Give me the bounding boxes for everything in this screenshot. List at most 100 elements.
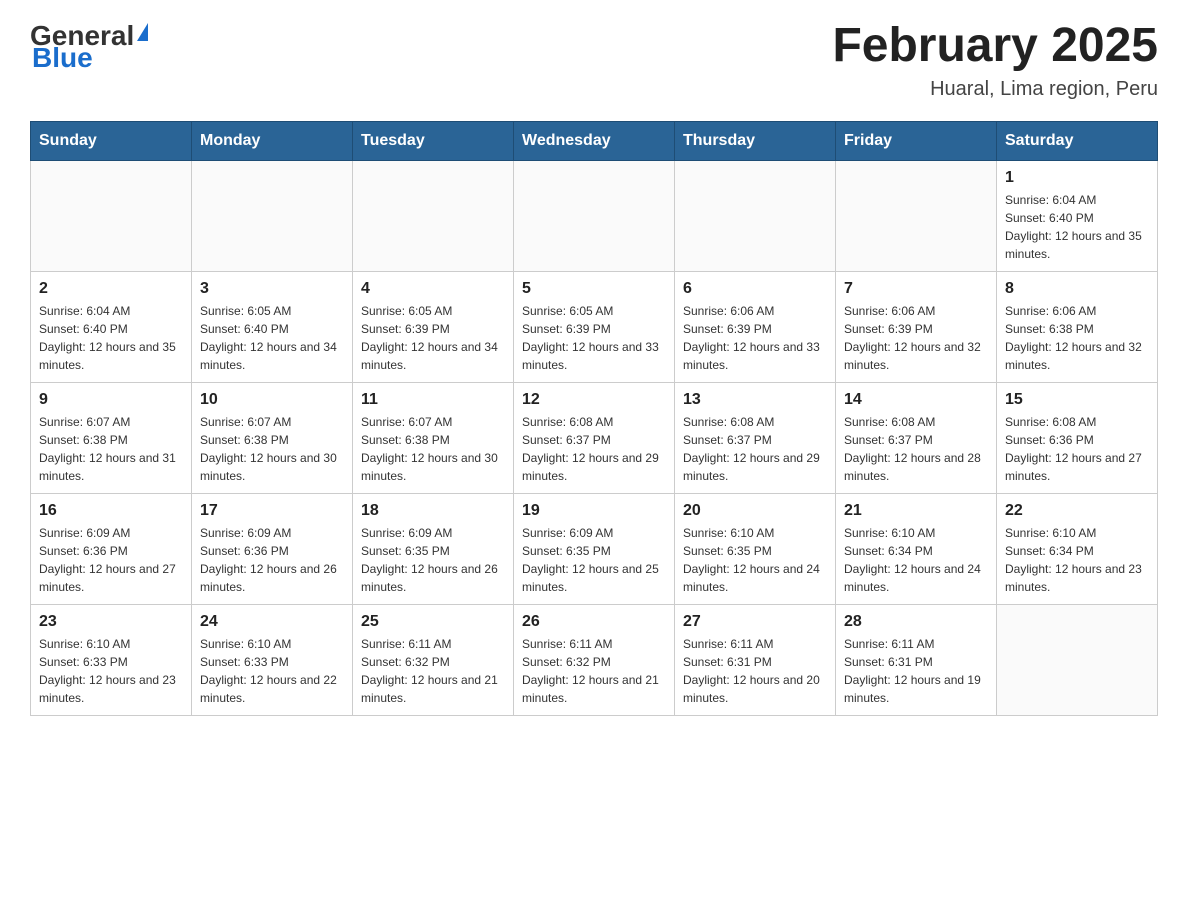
day-of-week-header: Sunday [31, 121, 192, 160]
day-number: 8 [1005, 280, 1149, 298]
day-info: Sunrise: 6:09 AMSunset: 6:35 PMDaylight:… [522, 524, 666, 596]
day-number: 20 [683, 502, 827, 520]
calendar-day-cell: 10 Sunrise: 6:07 AMSunset: 6:38 PMDayligh… [192, 382, 353, 493]
day-number: 12 [522, 391, 666, 409]
calendar-day-cell: 7 Sunrise: 6:06 AMSunset: 6:39 PMDaylight… [836, 271, 997, 382]
calendar-day-cell: 1 Sunrise: 6:04 AMSunset: 6:40 PMDaylight… [997, 160, 1158, 271]
calendar-day-cell: 16 Sunrise: 6:09 AMSunset: 6:36 PMDayligh… [31, 493, 192, 604]
day-info: Sunrise: 6:10 AMSunset: 6:34 PMDaylight:… [1005, 524, 1149, 596]
day-info: Sunrise: 6:05 AMSunset: 6:40 PMDaylight:… [200, 302, 344, 374]
day-number: 14 [844, 391, 988, 409]
day-number: 15 [1005, 391, 1149, 409]
day-info: Sunrise: 6:06 AMSunset: 6:38 PMDaylight:… [1005, 302, 1149, 374]
calendar-day-cell: 26Sunrise: 6:11 AMSunset: 6:32 PMDayligh… [514, 604, 675, 715]
day-info: Sunrise: 6:09 AMSunset: 6:36 PMDaylight:… [39, 524, 183, 596]
calendar-day-cell: 18 Sunrise: 6:09 AMSunset: 6:35 PMDayligh… [353, 493, 514, 604]
day-number: 6 [683, 280, 827, 298]
calendar-day-cell: 11 Sunrise: 6:07 AMSunset: 6:38 PMDayligh… [353, 382, 514, 493]
day-info: Sunrise: 6:11 AMSunset: 6:32 PMDaylight:… [361, 635, 505, 707]
calendar-day-cell: 12 Sunrise: 6:08 AMSunset: 6:37 PMDayligh… [514, 382, 675, 493]
day-number: 19 [522, 502, 666, 520]
day-info: Sunrise: 6:04 AMSunset: 6:40 PMDaylight:… [1005, 191, 1149, 263]
day-info: Sunrise: 6:07 AMSunset: 6:38 PMDaylight:… [39, 413, 183, 485]
calendar-day-cell: 6Sunrise: 6:06 AMSunset: 6:39 PMDaylight… [675, 271, 836, 382]
calendar-day-cell [836, 160, 997, 271]
day-number: 2 [39, 280, 183, 298]
calendar-day-cell: 24 Sunrise: 6:10 AMSunset: 6:33 PMDayligh… [192, 604, 353, 715]
day-info: Sunrise: 6:08 AMSunset: 6:37 PMDaylight:… [844, 413, 988, 485]
calendar-day-cell [997, 604, 1158, 715]
day-number: 10 [200, 391, 344, 409]
day-number: 1 [1005, 169, 1149, 187]
day-info: Sunrise: 6:11 AMSunset: 6:31 PMDaylight:… [844, 635, 988, 707]
calendar-week-row: 1 Sunrise: 6:04 AMSunset: 6:40 PMDaylight… [31, 160, 1158, 271]
day-info: Sunrise: 6:07 AMSunset: 6:38 PMDaylight:… [200, 413, 344, 485]
day-number: 24 [200, 613, 344, 631]
calendar-day-cell: 25 Sunrise: 6:11 AMSunset: 6:32 PMDayligh… [353, 604, 514, 715]
calendar-day-cell [675, 160, 836, 271]
day-number: 4 [361, 280, 505, 298]
day-number: 26 [522, 613, 666, 631]
logo-blue-text: Blue [32, 42, 93, 74]
calendar-title: February 2025 [832, 20, 1158, 73]
calendar-week-row: 23 Sunrise: 6:10 AMSunset: 6:33 PMDayligh… [31, 604, 1158, 715]
day-info: Sunrise: 6:06 AMSunset: 6:39 PMDaylight:… [844, 302, 988, 374]
calendar-day-cell: 8 Sunrise: 6:06 AMSunset: 6:38 PMDaylight… [997, 271, 1158, 382]
calendar-day-cell [514, 160, 675, 271]
page-header: General Blue February 2025 Huaral, Lima … [30, 20, 1158, 101]
day-number: 22 [1005, 502, 1149, 520]
calendar-day-cell: 19 Sunrise: 6:09 AMSunset: 6:35 PMDayligh… [514, 493, 675, 604]
day-of-week-header: Friday [836, 121, 997, 160]
calendar-table: SundayMondayTuesdayWednesdayThursdayFrid… [30, 121, 1158, 716]
calendar-week-row: 16 Sunrise: 6:09 AMSunset: 6:36 PMDayligh… [31, 493, 1158, 604]
day-of-week-header: Tuesday [353, 121, 514, 160]
day-info: Sunrise: 6:04 AMSunset: 6:40 PMDaylight:… [39, 302, 183, 374]
calendar-day-cell: 23 Sunrise: 6:10 AMSunset: 6:33 PMDayligh… [31, 604, 192, 715]
day-of-week-header: Thursday [675, 121, 836, 160]
day-info: Sunrise: 6:05 AMSunset: 6:39 PMDaylight:… [522, 302, 666, 374]
calendar-day-cell [192, 160, 353, 271]
calendar-day-cell: 28 Sunrise: 6:11 AMSunset: 6:31 PMDayligh… [836, 604, 997, 715]
day-number: 5 [522, 280, 666, 298]
calendar-subtitle: Huaral, Lima region, Peru [832, 78, 1158, 101]
day-info: Sunrise: 6:09 AMSunset: 6:35 PMDaylight:… [361, 524, 505, 596]
calendar-day-cell: 27Sunrise: 6:11 AMSunset: 6:31 PMDayligh… [675, 604, 836, 715]
day-info: Sunrise: 6:05 AMSunset: 6:39 PMDaylight:… [361, 302, 505, 374]
day-info: Sunrise: 6:08 AMSunset: 6:37 PMDaylight:… [522, 413, 666, 485]
day-number: 21 [844, 502, 988, 520]
calendar-day-cell [31, 160, 192, 271]
calendar-day-cell: 9Sunrise: 6:07 AMSunset: 6:38 PMDaylight… [31, 382, 192, 493]
calendar-header-row: SundayMondayTuesdayWednesdayThursdayFrid… [31, 121, 1158, 160]
calendar-week-row: 2 Sunrise: 6:04 AMSunset: 6:40 PMDaylight… [31, 271, 1158, 382]
day-number: 3 [200, 280, 344, 298]
calendar-day-cell: 21Sunrise: 6:10 AMSunset: 6:34 PMDayligh… [836, 493, 997, 604]
day-number: 11 [361, 391, 505, 409]
day-info: Sunrise: 6:08 AMSunset: 6:36 PMDaylight:… [1005, 413, 1149, 485]
day-number: 16 [39, 502, 183, 520]
day-number: 28 [844, 613, 988, 631]
day-number: 18 [361, 502, 505, 520]
day-info: Sunrise: 6:07 AMSunset: 6:38 PMDaylight:… [361, 413, 505, 485]
calendar-week-row: 9Sunrise: 6:07 AMSunset: 6:38 PMDaylight… [31, 382, 1158, 493]
day-info: Sunrise: 6:10 AMSunset: 6:33 PMDaylight:… [200, 635, 344, 707]
logo-triangle-icon [137, 23, 148, 41]
calendar-day-cell: 2 Sunrise: 6:04 AMSunset: 6:40 PMDaylight… [31, 271, 192, 382]
calendar-day-cell: 4 Sunrise: 6:05 AMSunset: 6:39 PMDaylight… [353, 271, 514, 382]
day-number: 23 [39, 613, 183, 631]
calendar-day-cell: 3 Sunrise: 6:05 AMSunset: 6:40 PMDaylight… [192, 271, 353, 382]
day-number: 25 [361, 613, 505, 631]
calendar-day-cell: 20 Sunrise: 6:10 AMSunset: 6:35 PMDayligh… [675, 493, 836, 604]
title-block: February 2025 Huaral, Lima region, Peru [832, 20, 1158, 101]
calendar-day-cell: 22 Sunrise: 6:10 AMSunset: 6:34 PMDayligh… [997, 493, 1158, 604]
day-of-week-header: Saturday [997, 121, 1158, 160]
calendar-day-cell: 13Sunrise: 6:08 AMSunset: 6:37 PMDayligh… [675, 382, 836, 493]
day-info: Sunrise: 6:10 AMSunset: 6:35 PMDaylight:… [683, 524, 827, 596]
day-of-week-header: Wednesday [514, 121, 675, 160]
calendar-day-cell: 17Sunrise: 6:09 AMSunset: 6:36 PMDayligh… [192, 493, 353, 604]
calendar-day-cell: 5 Sunrise: 6:05 AMSunset: 6:39 PMDaylight… [514, 271, 675, 382]
day-info: Sunrise: 6:10 AMSunset: 6:33 PMDaylight:… [39, 635, 183, 707]
calendar-day-cell: 14 Sunrise: 6:08 AMSunset: 6:37 PMDayligh… [836, 382, 997, 493]
day-of-week-header: Monday [192, 121, 353, 160]
calendar-day-cell [353, 160, 514, 271]
day-number: 7 [844, 280, 988, 298]
